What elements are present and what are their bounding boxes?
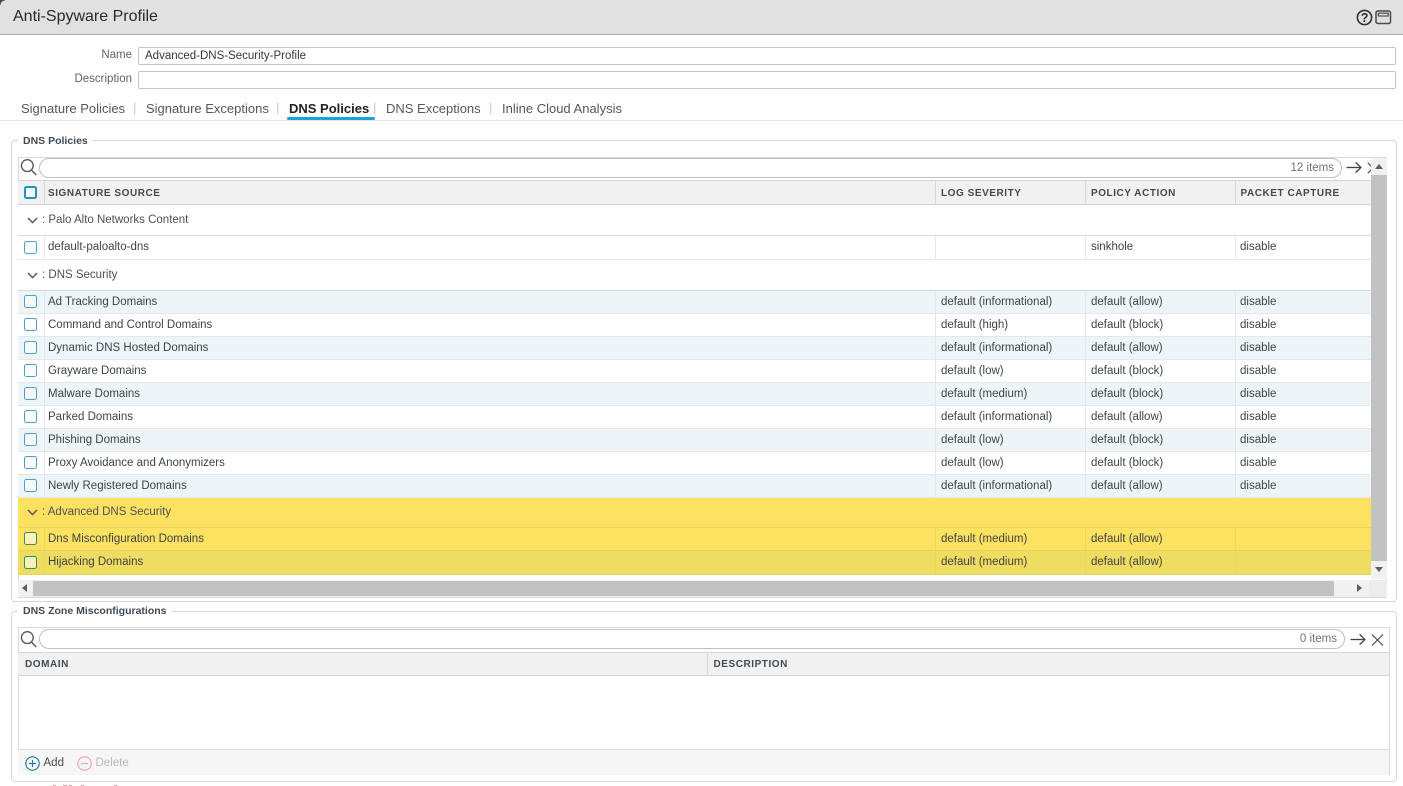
svg-text:?: ? (1361, 11, 1369, 25)
